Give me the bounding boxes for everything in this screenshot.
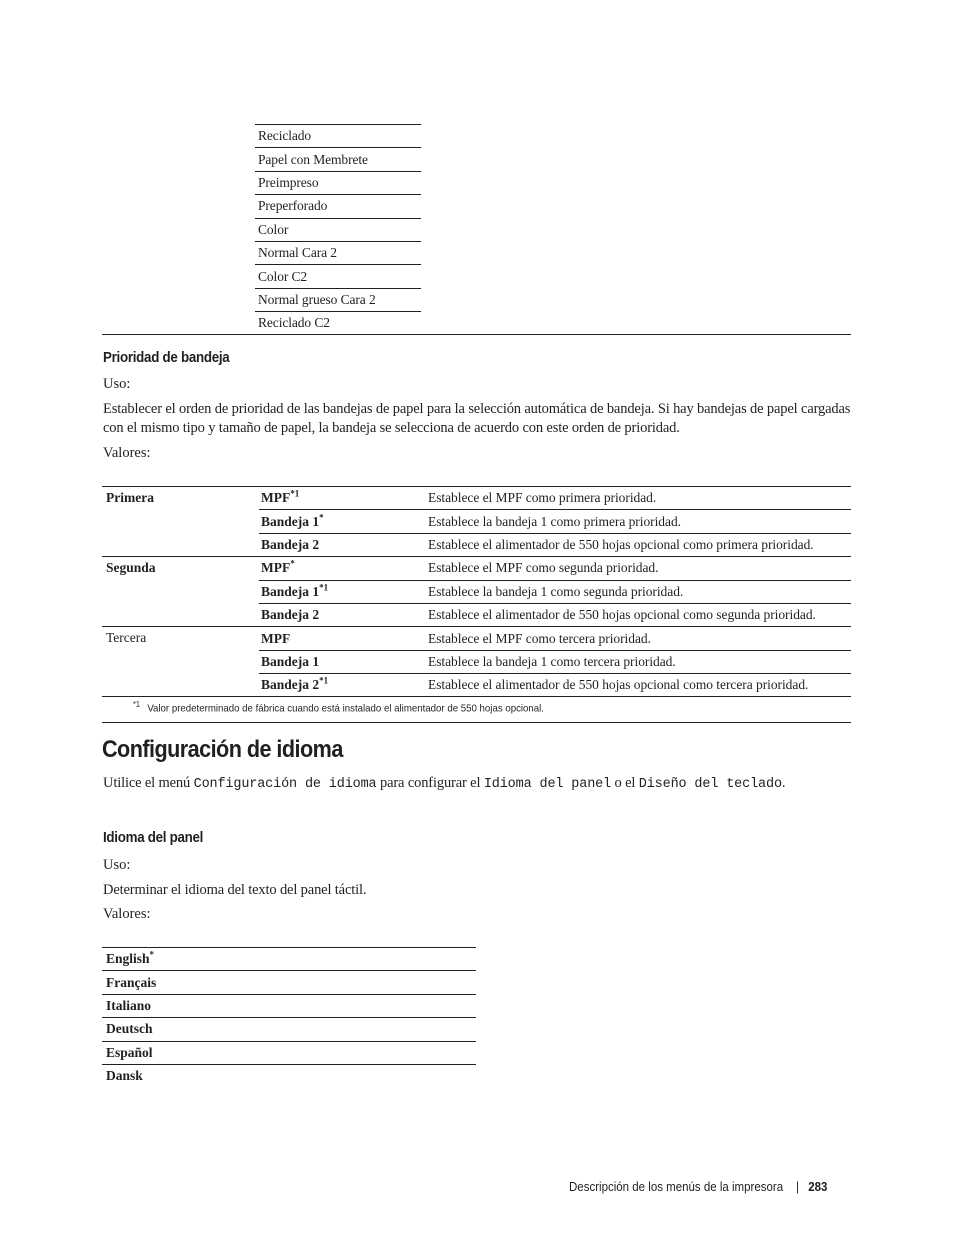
priority-description: Establece el alimentador de 550 hojas op… [428, 532, 851, 557]
table-row: Color C2 [255, 264, 421, 289]
table-row: Color [255, 217, 421, 242]
paper-type-cell: Reciclado C2 [255, 311, 421, 335]
priority-group-label: Primera [102, 485, 259, 557]
table-row: Preperforado [255, 194, 421, 219]
table-row: Primera MPF*1 Establece el MPF como prim… [102, 485, 851, 557]
tray-priority-table: Primera MPF*1 Establece el MPF como prim… [102, 485, 851, 697]
priority-value: Bandeja 1*1 [259, 579, 428, 604]
table-bottom-rule [102, 334, 851, 335]
priority-value: Bandeja 1 [259, 649, 428, 674]
footnote-bottom-rule [102, 722, 851, 723]
table-row: Papel con Membrete [255, 147, 421, 172]
paper-type-cell: Papel con Membrete [255, 147, 421, 172]
priority-description: Establece el MPF como primera prioridad. [428, 485, 851, 510]
usage-text: Establecer el orden de prioridad de las … [103, 401, 851, 436]
section-heading-tray-priority: Prioridad de bandeja [103, 350, 230, 366]
language-option: Dansk [102, 1063, 476, 1088]
priority-value: MPF* [259, 556, 428, 581]
panel-language-table: English* Français Italiano Deutsch Españ… [102, 946, 476, 1088]
footnote-text: Valor predeterminado de fábrica cuando e… [147, 702, 544, 715]
table-row: Reciclado C2 [255, 311, 421, 335]
paper-type-cell: Preperforado [255, 194, 421, 219]
values-label: Valores: [103, 906, 151, 922]
language-option: English* [102, 946, 476, 971]
paper-type-cell: Normal grueso Cara 2 [255, 287, 421, 312]
table-row: Preimpreso [255, 170, 421, 195]
priority-description: Establece el alimentador de 550 hojas op… [428, 673, 851, 697]
paper-type-table: Reciclado Papel con Membrete Preimpreso … [255, 123, 421, 335]
priority-value: Bandeja 2 [259, 532, 428, 557]
paper-type-cell: Reciclado [255, 123, 421, 148]
menu-name: Configuración de idioma [193, 777, 377, 792]
page-number: 283 [808, 1180, 828, 1194]
priority-description: Establece el MPF como segunda prioridad. [428, 556, 851, 581]
footnote-mark: *1 [319, 675, 329, 686]
paper-type-cell: Color [255, 217, 421, 242]
table-bottom-rule [102, 696, 851, 697]
paper-type-cell: Preimpreso [255, 170, 421, 195]
table-row: Français [102, 970, 476, 995]
language-option: Italiano [102, 993, 476, 1018]
priority-description: Establece el MPF como tercera prioridad. [428, 626, 851, 651]
footer-section-title: Descripción de los menús de la impresora [569, 1180, 784, 1194]
table-row: Dansk [102, 1063, 476, 1088]
paper-type-cell: Color C2 [255, 264, 421, 289]
priority-value: Bandeja 2*1 [259, 673, 428, 697]
language-option: Deutsch [102, 1017, 476, 1042]
priority-description: Establece la bandeja 1 como segunda prio… [428, 579, 851, 604]
usage-label: Uso: [103, 857, 131, 873]
priority-description: Establece la bandeja 1 como primera prio… [428, 509, 851, 534]
table-footnote: *1 Valor predeterminado de fábrica cuando… [133, 700, 544, 715]
table-row: Italiano [102, 993, 476, 1018]
language-option: Español [102, 1040, 476, 1065]
values-label: Valores: [103, 445, 151, 461]
priority-group-label: Tercera [102, 626, 259, 697]
priority-value: MPF [259, 626, 428, 651]
table-row: Tercera MPF Establece el MPF como tercer… [102, 626, 851, 697]
table-row: Segunda MPF* Establece el MPF como segun… [102, 556, 851, 627]
table-row: Español [102, 1040, 476, 1065]
language-option: Français [102, 970, 476, 995]
menu-item-name: Diseño del teclado [638, 777, 782, 792]
table-row: Deutsch [102, 1017, 476, 1042]
section-title-language-config: Configuración de idioma [102, 736, 343, 763]
footnote-mark: * [319, 512, 324, 523]
table-row: English* [102, 946, 476, 971]
default-mark: * [149, 949, 155, 960]
section-heading-panel-language: Idioma del panel [103, 830, 204, 846]
table-row: Normal Cara 2 [255, 240, 421, 265]
priority-value: Bandeja 2 [259, 602, 428, 627]
table-row: Normal grueso Cara 2 [255, 287, 421, 312]
priority-description: Establece la bandeja 1 como tercera prio… [428, 649, 851, 674]
menu-item-name: Idioma del panel [483, 777, 612, 792]
paper-type-cell: Normal Cara 2 [255, 240, 421, 265]
table-row: Reciclado [255, 123, 421, 148]
priority-value: MPF*1 [259, 485, 428, 510]
priority-description: Establece el alimentador de 550 hojas op… [428, 602, 851, 627]
footnote-mark: *1 [319, 582, 329, 593]
priority-group-label: Segunda [102, 556, 259, 627]
footnote-mark: *1 [133, 700, 140, 709]
footnote-mark: * [290, 558, 295, 569]
footer-separator: | [796, 1180, 799, 1194]
page-footer: Descripción de los menús de la impresora… [569, 1180, 827, 1194]
language-config-intro: Utilice el menú Configuración de idioma … [103, 775, 786, 792]
document-page: Reciclado Papel con Membrete Preimpreso … [0, 0, 954, 1235]
usage-label: Uso: [103, 376, 131, 392]
usage-text: Determinar el idioma del texto del panel… [103, 882, 367, 898]
priority-value: Bandeja 1* [259, 509, 428, 534]
footnote-mark: *1 [290, 488, 300, 499]
